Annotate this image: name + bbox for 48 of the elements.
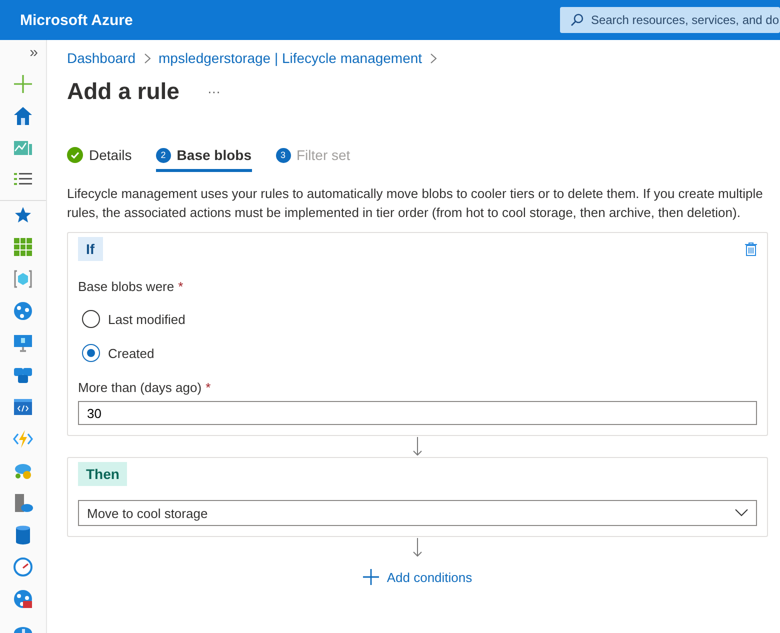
bolt-icon[interactable] (13, 429, 33, 449)
step-number: 3 (276, 148, 290, 162)
server-icon[interactable] (13, 493, 33, 513)
globe2-icon[interactable] (13, 589, 33, 609)
days-input[interactable]: 30 (78, 401, 757, 425)
globe-icon[interactable] (13, 301, 33, 321)
chart-icon[interactable] (13, 138, 33, 158)
if-label: If (78, 237, 103, 261)
field-label: More than (days ago) (78, 380, 202, 395)
code-icon[interactable] (13, 397, 33, 417)
add-icon[interactable] (13, 74, 33, 94)
more-button[interactable]: ··· (207, 84, 220, 99)
breadcrumb-link[interactable]: mpsledgerstorage | Lifecycle management (158, 50, 422, 66)
required-mark: * (178, 279, 184, 294)
delete-icon[interactable] (745, 242, 757, 256)
description-text: Lifecycle management uses your rules to automatically move blobs to cooler tiers or to delete them. If you create multiple rules, the associated actions must be implemented in tier order (from hot to cool storage, then archive, then deletion). (67, 185, 764, 222)
monitor-icon[interactable] (13, 333, 33, 353)
required-mark: * (206, 380, 211, 395)
step-number: 2 (156, 148, 171, 162)
action-dropdown[interactable]: Move to cool storage (78, 500, 757, 526)
gauge-icon[interactable] (13, 557, 33, 577)
chevron-down-icon (735, 509, 748, 517)
page-title: Add a rule (67, 78, 180, 105)
app-title: Microsoft Azure (19, 12, 133, 28)
grid-icon[interactable] (13, 237, 33, 257)
check-icon (67, 147, 83, 163)
home-icon[interactable] (13, 106, 33, 126)
search-field[interactable]: Search resources, services, and do (560, 7, 780, 33)
chevron-icon (430, 52, 438, 64)
radio-button[interactable] (82, 344, 100, 362)
field-label: Base blobs were (78, 279, 174, 294)
radio-button[interactable] (82, 310, 100, 328)
down-arrow (413, 437, 422, 456)
sql-icon[interactable] (13, 525, 33, 545)
then-label: Then (78, 462, 128, 486)
wizard-step-tab[interactable]: 2 Base blobs (156, 143, 252, 172)
star-icon[interactable] (13, 205, 33, 225)
radio-label[interactable]: Last modified (108, 312, 186, 326)
expand-button[interactable]: » (30, 44, 46, 62)
chevron-icon (144, 52, 150, 64)
search-icon (570, 13, 584, 27)
wizard-step-tab[interactable]: Details (67, 143, 132, 172)
cube-icon[interactable] (13, 269, 33, 289)
breadcrumb-link[interactable]: Dashboard (67, 50, 136, 66)
plus-icon (362, 569, 379, 585)
radio-label[interactable]: Created (108, 346, 154, 360)
down-arrow (413, 538, 422, 557)
add-conditions-button[interactable]: Add conditions (356, 568, 478, 586)
